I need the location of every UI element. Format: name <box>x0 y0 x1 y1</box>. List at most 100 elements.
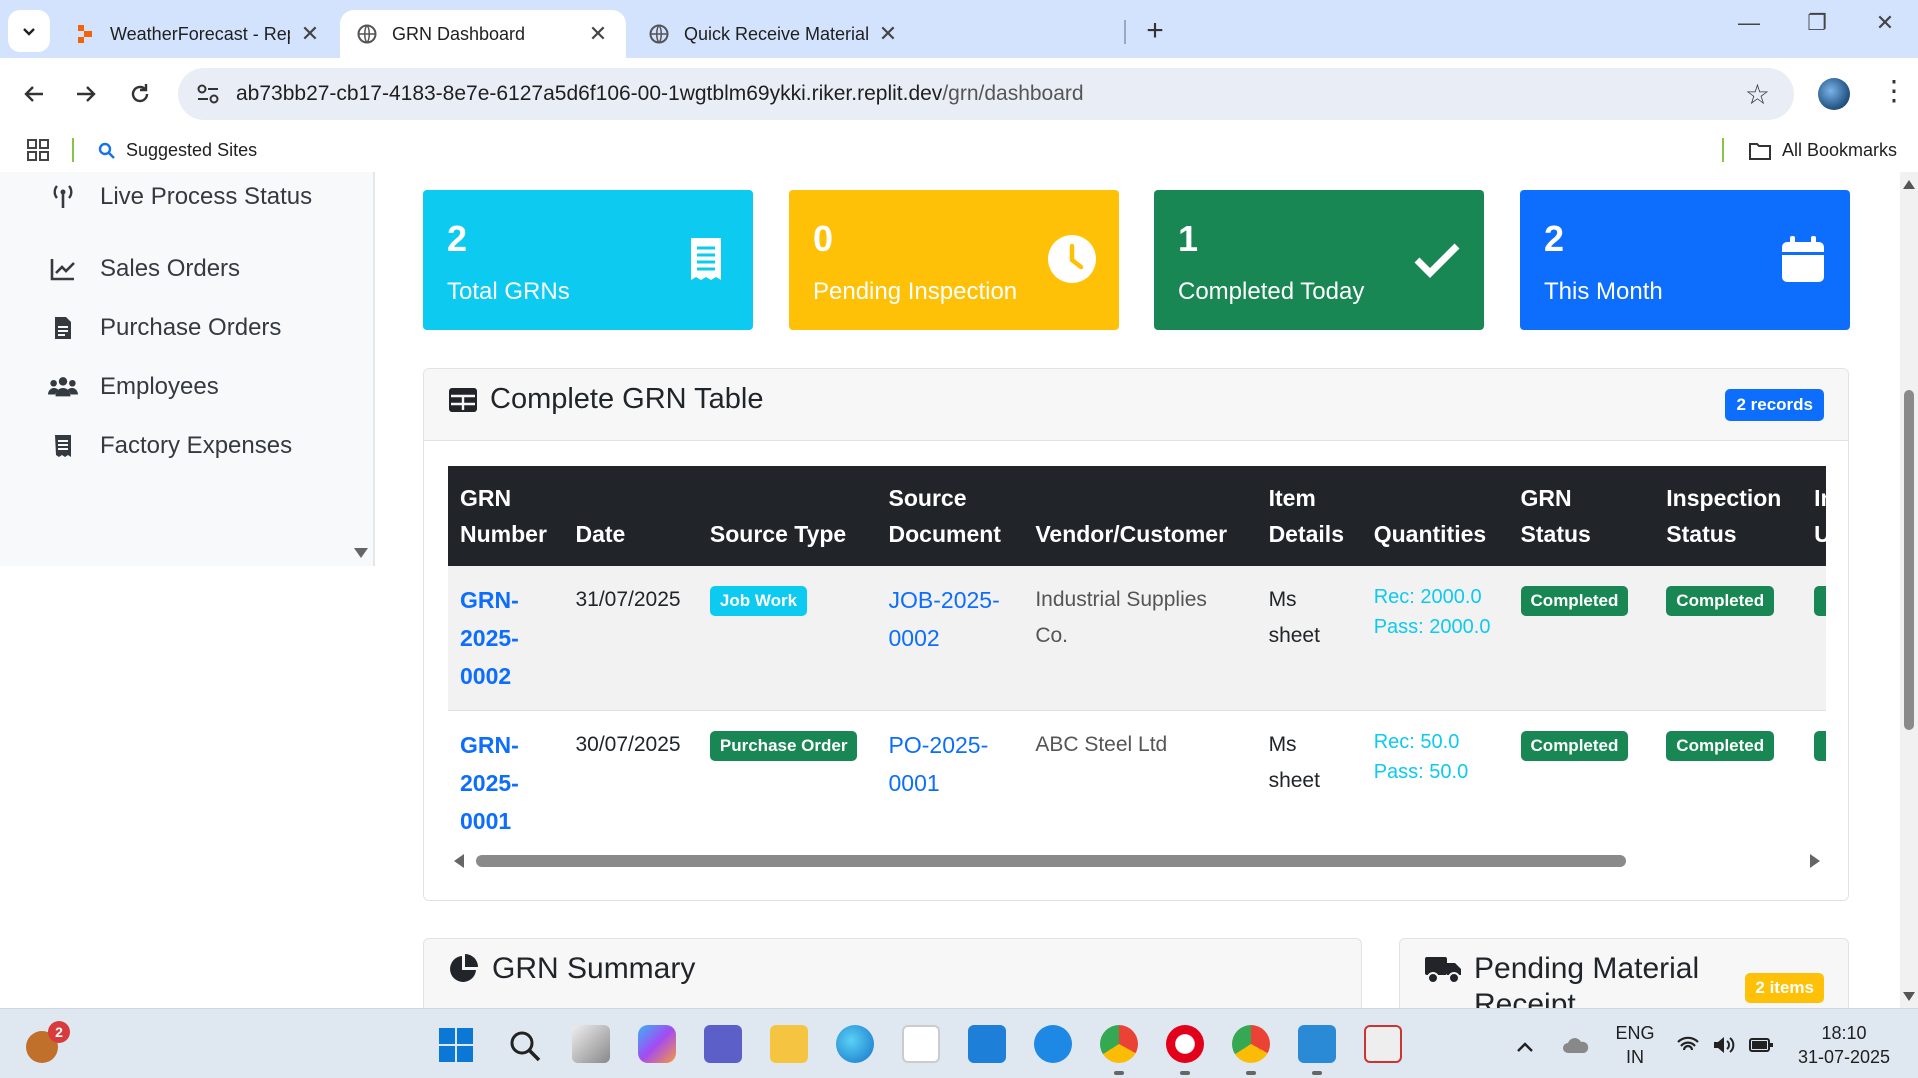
column-header-quantities[interactable]: Quantities <box>1361 466 1509 566</box>
column-header-item-details[interactable]: Item Details <box>1256 466 1362 566</box>
running-indicator <box>1246 1071 1256 1075</box>
close-window-icon[interactable]: ✕ <box>1870 10 1900 36</box>
chevron-up-icon[interactable] <box>1516 1041 1534 1053</box>
sidebar-item-purchase-orders[interactable]: Purchase Orders <box>48 313 281 343</box>
omnibox[interactable]: ab73bb27-cb17-4183-8e7e-6127a5d6f106-00-… <box>178 68 1794 120</box>
column-header-date[interactable]: Date <box>563 466 698 566</box>
bookmark-separator <box>72 138 74 162</box>
sidebar-item-sales-orders[interactable]: Sales Orders <box>48 254 240 284</box>
sidebar-item-label: Live Process Status <box>100 183 313 210</box>
card-title-text: Pending Material Receipt <box>1474 952 1700 1008</box>
column-header-source-type[interactable]: Source Type <box>697 466 877 566</box>
scroll-right-icon[interactable] <box>1810 854 1820 868</box>
snipping-tool-icon[interactable] <box>1364 1025 1402 1063</box>
grn-number-link[interactable]: GRN- 2025- 0002 <box>460 587 519 689</box>
page-vertical-scrollbar[interactable] <box>1900 172 1918 1008</box>
column-header-inspection-status[interactable]: Inspection Status <box>1654 466 1803 566</box>
battery-icon[interactable] <box>1748 1035 1774 1055</box>
table-icon <box>449 387 477 412</box>
grn-summary-card: GRN Summary <box>423 938 1362 1008</box>
column-header-vendor-customer[interactable]: Vendor/Customer <box>1023 466 1257 566</box>
grn-number-link[interactable]: GRN- 2025- 0001 <box>460 732 519 830</box>
close-tab-icon[interactable]: ✕ <box>586 21 610 47</box>
tab-search-button[interactable] <box>8 10 50 52</box>
file-explorer-icon[interactable] <box>770 1025 808 1063</box>
edge-icon[interactable] <box>836 1025 874 1063</box>
quantities-cell: Rec: 2000.0 Pass: 2000.0 <box>1361 566 1509 711</box>
grn-table-scroll-area[interactable]: GRN Number Date Source Type Source Documen… <box>448 466 1826 830</box>
tab-quick-receive[interactable]: Quick Receive Materials - JOB-2 ✕ <box>632 10 916 58</box>
column-header-source-document[interactable]: Source Document <box>876 466 1024 566</box>
url-host: ab73bb27-cb17-4183-8e7e-6127a5d6f106-00-… <box>236 82 943 105</box>
minimize-icon[interactable]: — <box>1734 10 1764 36</box>
language-indicator[interactable]: ENG IN <box>1612 1021 1658 1069</box>
grn-number-cell[interactable]: GRN- 2025- 0002 <box>448 566 564 711</box>
sidebar-item-factory-expenses[interactable]: Factory Expenses <box>48 431 292 461</box>
tab-separator <box>1124 20 1126 44</box>
scroll-up-icon[interactable] <box>1903 180 1915 189</box>
search-icon[interactable] <box>508 1029 542 1063</box>
records-count-badge: 2 records <box>1725 389 1824 421</box>
source-document-link[interactable]: JOB-2025- 0002 <box>889 587 1000 651</box>
card-title: Pending Material Receipt <box>1424 951 1699 1008</box>
profile-avatar[interactable] <box>1818 78 1850 110</box>
back-icon[interactable] <box>16 76 52 112</box>
table-row: GRN- 2025- 0002 31/07/2025 Job Work JOB-20… <box>448 566 1826 711</box>
quantities-cell: Rec: 50.0 Pass: 50.0 <box>1361 710 1509 830</box>
column-header-inventory-updated[interactable]: InvUpd <box>1802 466 1826 566</box>
wifi-icon[interactable] <box>1676 1035 1700 1055</box>
myhp-icon[interactable] <box>968 1025 1006 1063</box>
stat-card-this-month: 2 This Month <box>1520 190 1850 330</box>
clock-icon <box>1048 235 1096 283</box>
scrollbar-thumb[interactable] <box>1904 390 1914 730</box>
reload-icon[interactable] <box>122 76 158 112</box>
copilot-icon[interactable] <box>638 1025 676 1063</box>
volume-icon[interactable] <box>1712 1035 1736 1055</box>
site-settings-icon[interactable] <box>194 80 222 108</box>
tab-weatherforecast[interactable]: WeatherForecast - Replit ✕ <box>58 10 338 58</box>
help-icon[interactable] <box>1034 1025 1072 1063</box>
close-tab-icon[interactable]: ✕ <box>298 21 322 47</box>
source-document-cell[interactable]: PO-2025- 0001 <box>876 710 1024 830</box>
sidebar-item-live-process-status[interactable]: Live Process Status <box>48 182 312 212</box>
inventory-updated-cell: ✓ ✓ <box>1802 710 1826 830</box>
restore-icon[interactable]: ❐ <box>1802 10 1832 36</box>
sidebar-item-employees[interactable]: Employees <box>48 372 219 402</box>
bookmark-star-icon[interactable]: ☆ <box>1745 78 1770 111</box>
system-clock[interactable]: 18:10 31-07-2025 <box>1794 1021 1894 1069</box>
column-header-grn-status[interactable]: GRN Status <box>1508 466 1655 566</box>
truck-icon <box>1425 957 1461 984</box>
task-view-icon[interactable] <box>572 1025 610 1063</box>
inventory-updated-badge: ✓ ✓ <box>1814 731 1826 761</box>
scroll-down-icon[interactable] <box>1903 992 1915 1001</box>
teams-icon[interactable] <box>704 1025 742 1063</box>
tab-grn-dashboard[interactable]: GRN Dashboard ✕ <box>340 10 626 58</box>
sidebar-scroll-down-icon[interactable] <box>354 548 368 558</box>
windows-start-icon[interactable] <box>438 1027 474 1063</box>
opera-icon[interactable] <box>1166 1025 1204 1063</box>
more-menu-icon[interactable]: ⋮ <box>1880 74 1908 107</box>
suggested-sites-bookmark[interactable]: Suggested Sites <box>98 140 257 161</box>
page-content: Live Process Status Sales Orders Purchas… <box>0 172 1918 1008</box>
sidebar-item-label: Purchase Orders <box>100 314 282 341</box>
column-header-grn-number[interactable]: GRN Number <box>448 466 564 566</box>
chrome-icon[interactable] <box>1100 1025 1138 1063</box>
scrollbar-thumb[interactable] <box>476 855 1626 867</box>
file-text-icon <box>48 313 78 343</box>
pie-chart-icon <box>450 954 478 982</box>
apps-grid-icon[interactable] <box>26 138 50 162</box>
source-document-link[interactable]: PO-2025- 0001 <box>889 732 989 796</box>
grn-number-cell[interactable]: GRN- 2025- 0001 <box>448 710 564 830</box>
notepad-icon[interactable] <box>1298 1025 1336 1063</box>
forward-icon[interactable] <box>68 76 104 112</box>
new-tab-button[interactable]: + <box>1138 14 1172 48</box>
inventory-updated-badge: ✓ ✓ <box>1814 586 1826 616</box>
scroll-left-icon[interactable] <box>454 854 464 868</box>
chrome-profile-icon[interactable] <box>1232 1025 1270 1063</box>
source-document-cell[interactable]: JOB-2025- 0002 <box>876 566 1024 711</box>
close-tab-icon[interactable]: ✕ <box>876 21 900 47</box>
table-horizontal-scrollbar[interactable] <box>448 851 1826 871</box>
store-icon[interactable] <box>902 1025 940 1063</box>
all-bookmarks-button[interactable]: All Bookmarks <box>1748 140 1897 161</box>
onedrive-icon[interactable] <box>1562 1035 1590 1057</box>
